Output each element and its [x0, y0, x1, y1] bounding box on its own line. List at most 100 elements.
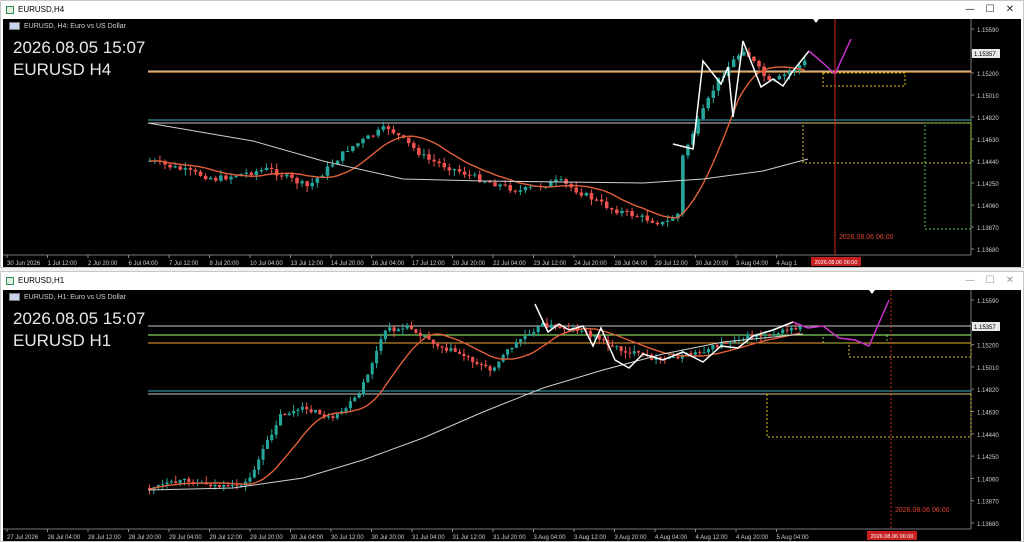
candle-body [597, 335, 601, 340]
candle-body [361, 138, 365, 144]
candle-body [506, 349, 510, 355]
candle-body [318, 409, 322, 415]
candle-body [742, 51, 746, 56]
candle-body [313, 409, 317, 413]
time-axis-label: 29 Jul 20:00 [250, 535, 283, 541]
price-axis-label: 1.14060 [977, 477, 999, 483]
time-axis-label: 31 Jul 04:00 [412, 535, 445, 541]
candle-body [493, 182, 497, 187]
candle-body [396, 329, 400, 332]
candle-body [234, 176, 238, 178]
overlay-text-h1: 2026.08.05 15:07 EURUSD H1 [13, 308, 145, 352]
candle-body [300, 181, 304, 184]
candle-body [528, 186, 533, 188]
time-axis-label: 29 Jul 12:00 [210, 535, 243, 541]
close-button[interactable]: ✕ [1001, 274, 1019, 288]
price-axis-label: 1.15590 [977, 28, 999, 34]
window-titlebar-h4[interactable]: EURUSD,H4 — ☐ ✕ [1, 1, 1023, 19]
candle-body [392, 327, 396, 332]
price-axis-label: 1.13680 [977, 248, 999, 254]
candle-body [348, 401, 352, 409]
candle-body [226, 485, 230, 487]
candle-body [418, 332, 422, 337]
time-axis-label: 10 Jul 04:00 [250, 261, 283, 267]
chart-symbol-description: EURUSD, H4: Euro vs US Dollar [24, 22, 126, 30]
candle-body [366, 135, 370, 139]
candle-body [183, 167, 188, 170]
candle-body [437, 161, 441, 164]
candle-body [219, 175, 223, 181]
window-titlebar-h1[interactable]: EURUSD,H1 — ☐ ✕ [1, 272, 1023, 290]
price-axis-label: 1.14060 [977, 204, 999, 210]
time-axis-label: 14 Jul 20:00 [331, 261, 364, 267]
candle-body [802, 60, 807, 66]
minimize-button[interactable]: — [961, 274, 979, 288]
time-axis-label: 4 Aug 1 [777, 261, 798, 267]
candle-body [169, 481, 173, 483]
time-axis-label: 22 Jul 04:00 [493, 261, 526, 267]
candle-body [198, 171, 203, 176]
chart-window-icon [6, 6, 14, 14]
minimize-button[interactable]: — [961, 3, 979, 17]
time-axis-label: 30 Jun 2026 [7, 261, 41, 267]
dotted-zone-box [924, 122, 972, 230]
candle-body [235, 484, 239, 486]
candle-body [249, 172, 254, 176]
moving-average-slow [147, 122, 809, 184]
time-axis-label: 2 Jul 20:00 [88, 261, 118, 267]
candle-body [763, 334, 767, 336]
candle-body [444, 347, 448, 351]
candle-body [209, 484, 213, 487]
maximize-button[interactable]: ☐ [981, 274, 999, 288]
candle-body [701, 108, 705, 119]
overlay-symbol: EURUSD H4 [13, 60, 112, 79]
candle-body [351, 146, 355, 151]
candle-body [335, 413, 339, 419]
candle-body [759, 335, 763, 337]
candle-body [436, 344, 440, 347]
chart-window-h4[interactable]: EURUSD,H4 — ☐ ✕ 1.15590 1.15200 1.15010 1.1… [0, 0, 1024, 268]
candle-body [261, 448, 265, 460]
candle-body [620, 210, 624, 214]
candle-body [292, 410, 296, 414]
candle-body [309, 409, 313, 413]
candle-body [628, 352, 632, 354]
candle-body [331, 416, 335, 419]
candle-body [762, 66, 766, 77]
time-axis-label: 28 Jul 04:00 [48, 535, 81, 541]
candle-body [366, 374, 370, 383]
maximize-button[interactable]: ☐ [981, 3, 999, 17]
candle-body [711, 345, 715, 350]
overlay-time: 2026.08.05 15:07 [13, 309, 146, 328]
candle-body [670, 218, 675, 221]
candle-body [213, 484, 217, 487]
price-chart-h4[interactable]: 1.15590 1.15200 1.15010 1.14820 1.14630 1.144… [3, 19, 1021, 267]
candle-body [574, 187, 579, 193]
candle-body [217, 484, 221, 488]
time-axis-label: 28 Jul 12:00 [88, 535, 121, 541]
candle-body [615, 209, 619, 214]
window-title-h4: EURUSD,H4 [18, 5, 65, 14]
candle-body [427, 154, 431, 160]
candle-body [610, 345, 614, 347]
time-axis-label: 17 Jul 12:00 [412, 261, 445, 267]
candle-body [698, 352, 702, 354]
candle-body [230, 484, 235, 487]
candle-body [431, 339, 435, 345]
candle-body [519, 339, 523, 343]
candle-body [625, 210, 629, 212]
candle-body [503, 184, 507, 186]
candle-body [290, 174, 294, 178]
candle-body [283, 413, 287, 416]
price-chart-h1[interactable]: 1.15590 1.15200 1.15010 1.14820 1.14630 1.144… [3, 290, 1021, 541]
candle-body [510, 347, 514, 350]
candle-body [508, 185, 513, 191]
candle-body [248, 477, 252, 482]
dotted-zone-box [802, 122, 972, 164]
chart-symbol-description: EURUSD, H1: Euro vs US Dollar [24, 293, 126, 301]
chart-window-h1[interactable]: EURUSD,H1 — ☐ ✕ 1.15590 1.15200 1.15010 1.1… [0, 271, 1024, 542]
candle-body [462, 171, 467, 175]
candle-body [711, 90, 716, 98]
close-button[interactable]: ✕ [1001, 3, 1019, 17]
candle-body [370, 363, 374, 375]
